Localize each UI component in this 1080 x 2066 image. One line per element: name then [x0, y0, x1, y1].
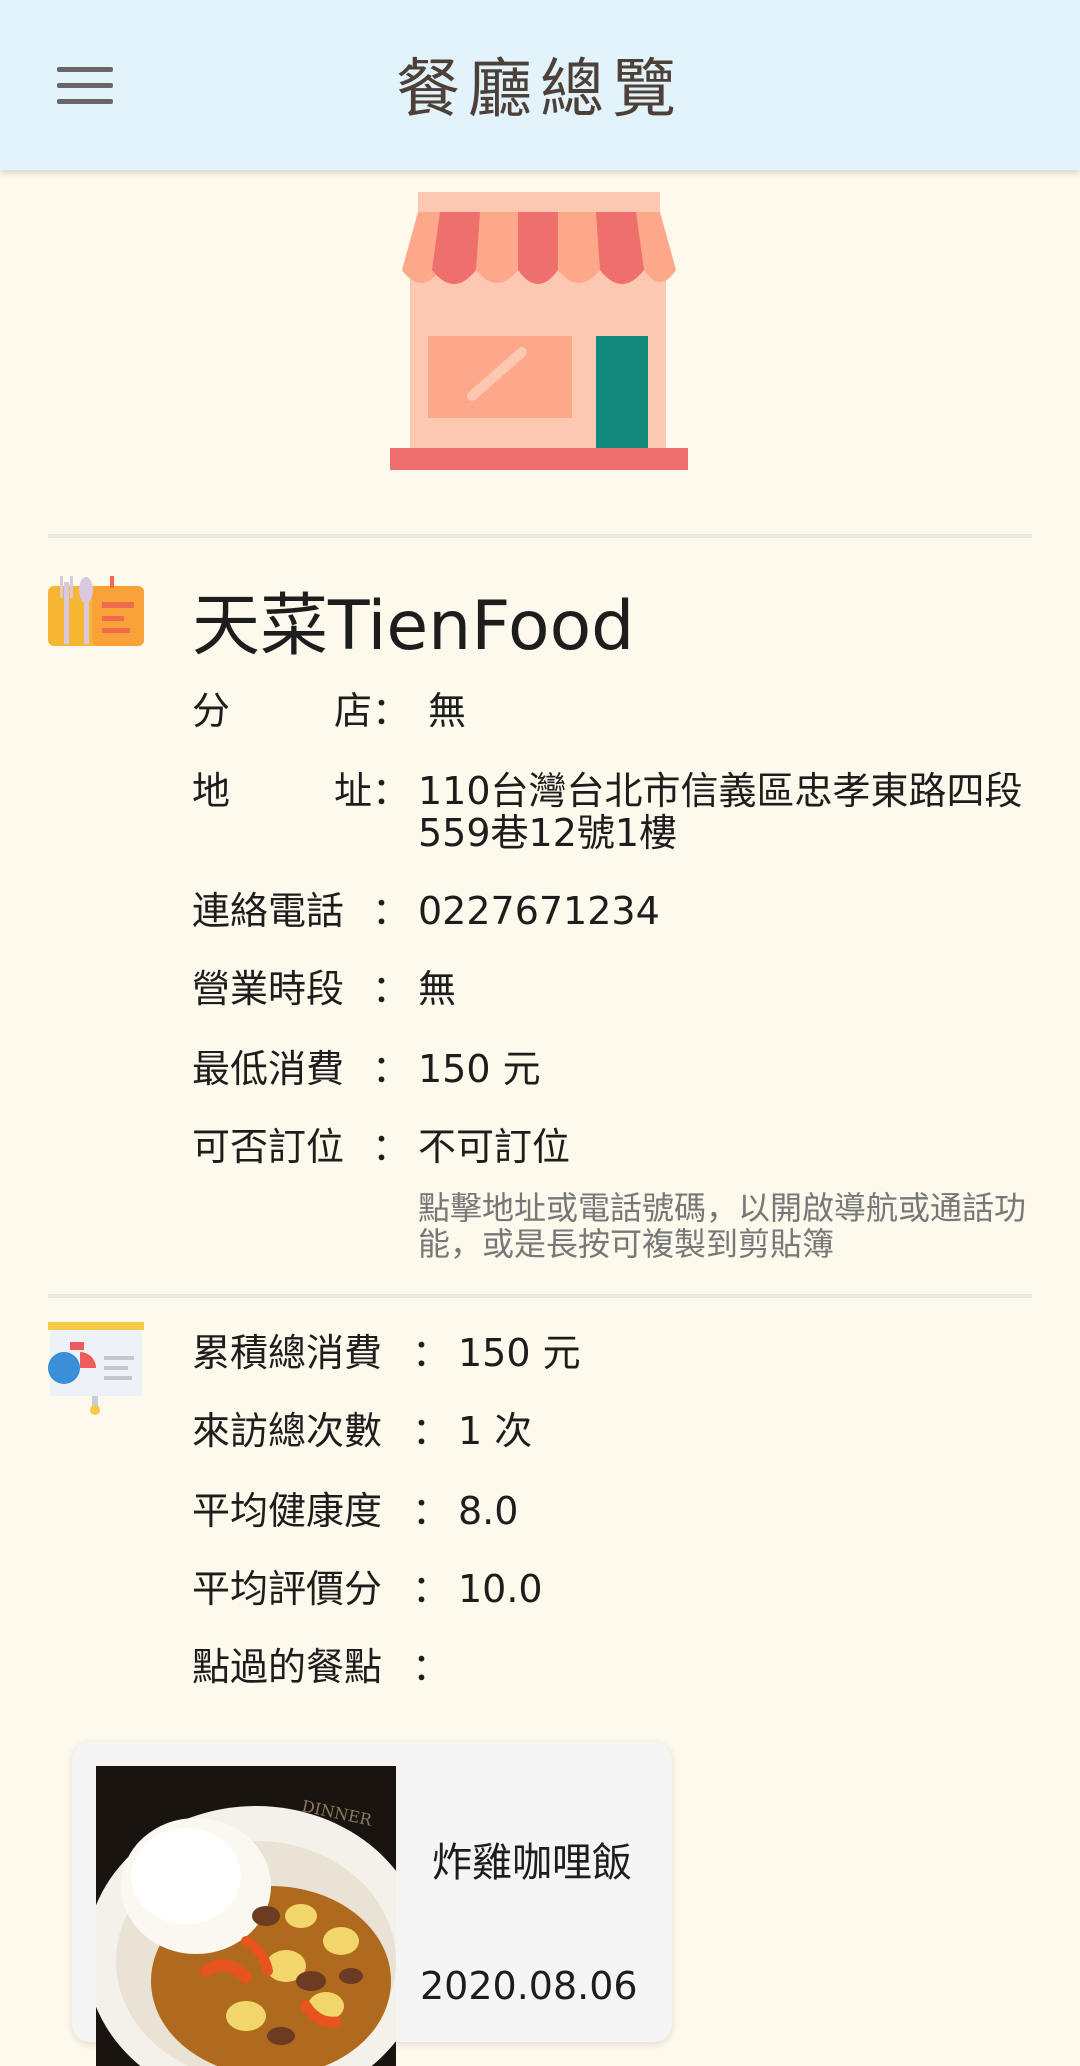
- visits-value: 1 次: [458, 1409, 533, 1453]
- ordered-meals-label: 點過的餐點: [192, 1645, 383, 1689]
- colon: ：: [372, 769, 411, 813]
- meal-card[interactable]: DINNER 炸雞咖哩飯 2020.08.06: [72, 1742, 672, 2066]
- total-spend-label: 累積總消費: [192, 1331, 383, 1375]
- rating-value: 10.0: [458, 1567, 543, 1611]
- colon: ：: [412, 1645, 451, 1689]
- presentation-chart-icon: [48, 1322, 144, 1415]
- colon: ：: [372, 967, 411, 1011]
- section-divider: [48, 1294, 1032, 1298]
- reservation-label: 可否訂位: [192, 1125, 345, 1169]
- address-label-2: 址: [333, 769, 372, 813]
- rating-label: 平均評價分: [192, 1567, 383, 1611]
- reservation-value: 不可訂位: [418, 1125, 571, 1169]
- min-spend-value: 150 元: [418, 1047, 541, 1091]
- colon: ：: [412, 1331, 451, 1375]
- meal-date: 2020.08.06: [420, 1964, 638, 2008]
- page-title: 餐廳總覽: [396, 53, 684, 127]
- restaurant-name: 天菜TienFood: [192, 587, 635, 666]
- min-spend-label: 最低消費: [192, 1047, 345, 1091]
- visits-label: 來訪總次數: [192, 1409, 383, 1453]
- colon: ：: [372, 889, 411, 933]
- section-divider: [48, 534, 1032, 538]
- total-spend-value: 150 元: [458, 1331, 581, 1375]
- storefront-icon: [390, 192, 688, 470]
- colon: ：: [372, 1125, 411, 1169]
- branch-label: 分: [192, 689, 231, 733]
- app-bar: 餐廳總覽: [0, 0, 1080, 170]
- restaurant-sign-icon: [48, 576, 144, 646]
- address-label: 地: [192, 769, 231, 813]
- colon: ：: [412, 1567, 451, 1611]
- health-value: 8.0: [458, 1489, 519, 1533]
- phone-link[interactable]: 0227671234: [418, 890, 660, 932]
- curry-plate-image: DINNER: [96, 1766, 396, 2066]
- branch-label-2: 店: [333, 689, 372, 733]
- branch-value: 無: [428, 689, 467, 733]
- colon: ：: [412, 1409, 451, 1453]
- colon: ：: [372, 1047, 411, 1091]
- colon: ：: [372, 689, 411, 733]
- hours-label: 營業時段: [192, 967, 345, 1011]
- address-link[interactable]: 110台灣台北市信義區忠孝東路四段559巷12號1樓: [418, 770, 1038, 854]
- hours-value: 無: [418, 967, 457, 1011]
- colon: ：: [412, 1489, 451, 1533]
- health-label: 平均健康度: [192, 1489, 383, 1533]
- usage-hint: 點擊地址或電話號碼，以開啟導航或通話功能，或是長按可複製到剪貼簿: [418, 1189, 1027, 1263]
- meal-photo: DINNER: [96, 1766, 396, 2066]
- meal-name: 炸雞咖哩飯: [432, 1840, 632, 1886]
- phone-label: 連絡電話: [192, 889, 345, 933]
